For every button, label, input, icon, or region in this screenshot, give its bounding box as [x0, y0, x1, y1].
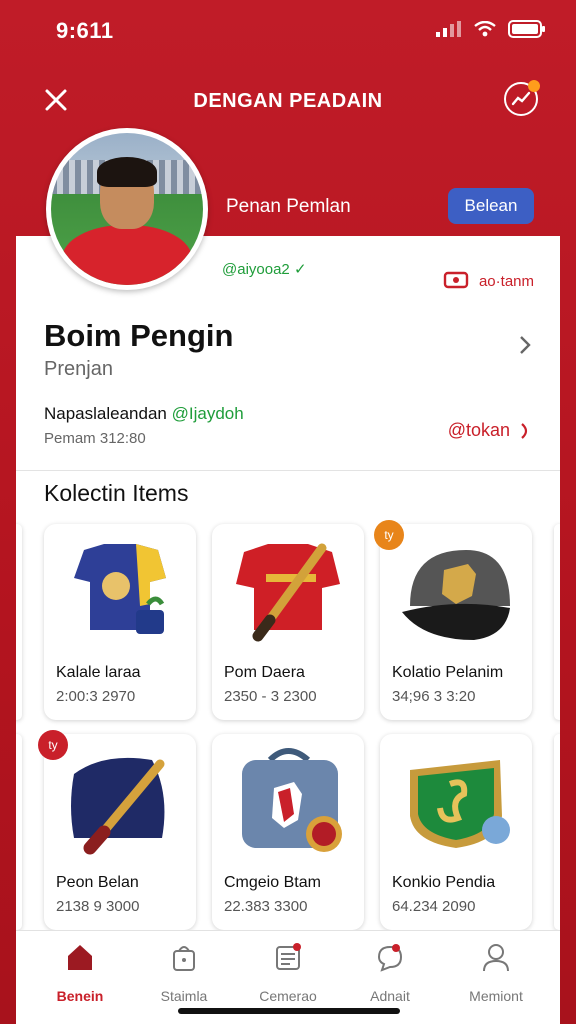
profile-subname: Prenjan — [44, 358, 113, 380]
item-price: 2138 9 3000 — [56, 898, 140, 915]
item-card[interactable]: Cmgeio Btam 22.383 3300 — [212, 734, 364, 930]
tab-chat[interactable]: Adnait — [340, 941, 440, 1011]
jersey-red-icon — [236, 543, 340, 642]
items-grid: Kalale laraa 2:00:3 2970 Pom Daera 2350 … — [16, 520, 560, 930]
avatar-photo — [51, 133, 203, 285]
home-icon — [68, 945, 92, 970]
partial-card — [554, 734, 560, 930]
tab-label: Adnait — [370, 988, 410, 1004]
partial-card — [16, 734, 22, 930]
tab-store[interactable]: Staimla — [134, 941, 234, 1011]
avatar[interactable] — [46, 128, 208, 290]
bag-icon — [173, 946, 195, 971]
user-icon — [483, 944, 509, 972]
tab-label: Benein — [56, 988, 104, 1004]
item-price: 2:00:3 2970 — [56, 688, 136, 705]
page-title: DENGAN PEADAIN — [193, 90, 383, 112]
ticket-icon — [443, 271, 469, 289]
header-action-button[interactable]: Belean — [448, 188, 534, 224]
item-price: 34;96 3 3:20 — [392, 688, 476, 705]
profile-detail: Napaslaleandan @Ijaydoh — [44, 404, 244, 424]
section-title: Kolectin Items — [44, 480, 189, 506]
action-link-label: ao·tanm — [478, 272, 534, 290]
item-title: Kolatio Pelanim — [392, 664, 504, 681]
partial-card — [554, 524, 560, 720]
status-icons — [436, 20, 546, 38]
notification-dot — [528, 80, 540, 92]
divider — [16, 470, 560, 471]
detail-subtext: Pemam 312:80 — [44, 430, 146, 447]
cap-icon — [402, 550, 510, 640]
item-card[interactable]: ty Peon Belan 2138 9 3000 — [38, 730, 196, 930]
status-bar: 9:611 — [0, 0, 576, 64]
item-card[interactable]: ty Kolatio Pelanim 34;96 3 3:20 — [374, 520, 532, 720]
profile-name: Boim Pengin — [44, 318, 234, 353]
chat-icon — [377, 944, 403, 972]
item-title: Pom Daera — [224, 664, 305, 681]
detail-text: Napaslaleandan — [44, 404, 167, 423]
wifi-icon — [474, 21, 496, 37]
badge-green-icon — [410, 760, 510, 848]
header-subtitle: Penan Pemlan — [226, 196, 351, 217]
item-title: Kalale laraa — [56, 664, 141, 681]
profile-content: @aiyooa2 ✓ ao·tanm Boim Pengin Prenjan N… — [16, 236, 560, 930]
arrow-right-icon — [521, 422, 528, 439]
status-time: 9:611 — [56, 18, 114, 43]
tab-label: Staimla — [160, 988, 208, 1004]
notes-icon — [276, 943, 301, 970]
stats-button[interactable] — [504, 80, 540, 116]
partial-card — [16, 524, 22, 720]
item-card[interactable]: Konkio Pendia 64.234 2090 — [380, 734, 532, 930]
home-indicator — [178, 1008, 400, 1014]
chevron-right-icon[interactable] — [516, 336, 534, 354]
app-screen: 9:611 DENGAN PEADAIN Penan Pemlan Belean… — [0, 0, 576, 1024]
detail-handle[interactable]: @Ijaydoh — [172, 404, 244, 423]
tab-profile[interactable]: Memiont — [446, 941, 546, 1011]
tab-home[interactable]: Benein — [30, 941, 130, 1011]
item-card[interactable]: Kalale laraa 2:00:3 2970 — [44, 524, 196, 720]
signal-icon — [436, 21, 461, 37]
battery-icon — [508, 20, 545, 38]
jersey-blue-icon — [74, 544, 166, 634]
detail-link-label: @tokan — [447, 420, 510, 440]
verified-handle: @aiyooa2 ✓ — [222, 261, 307, 278]
item-title: Cmgeio Btam — [224, 874, 321, 891]
item-title: Peon Belan — [56, 874, 139, 891]
detail-link[interactable]: @tokan — [448, 420, 534, 441]
scarf-icon — [71, 757, 165, 855]
tab-label: Cemerao — [259, 988, 317, 1004]
tab-label: Memiont — [469, 988, 523, 1004]
item-card[interactable]: Pom Daera 2350 - 3 2300 — [212, 524, 364, 720]
item-title: Konkio Pendia — [392, 874, 496, 891]
item-price: 22.383 3300 — [224, 898, 308, 915]
action-link[interactable]: ao·tanm — [443, 270, 534, 292]
bag-icon — [242, 748, 342, 852]
tab-notes[interactable]: Cemerao — [238, 941, 338, 1011]
item-price: 2350 - 3 2300 — [224, 688, 317, 705]
item-price: 64.234 2090 — [392, 898, 476, 915]
